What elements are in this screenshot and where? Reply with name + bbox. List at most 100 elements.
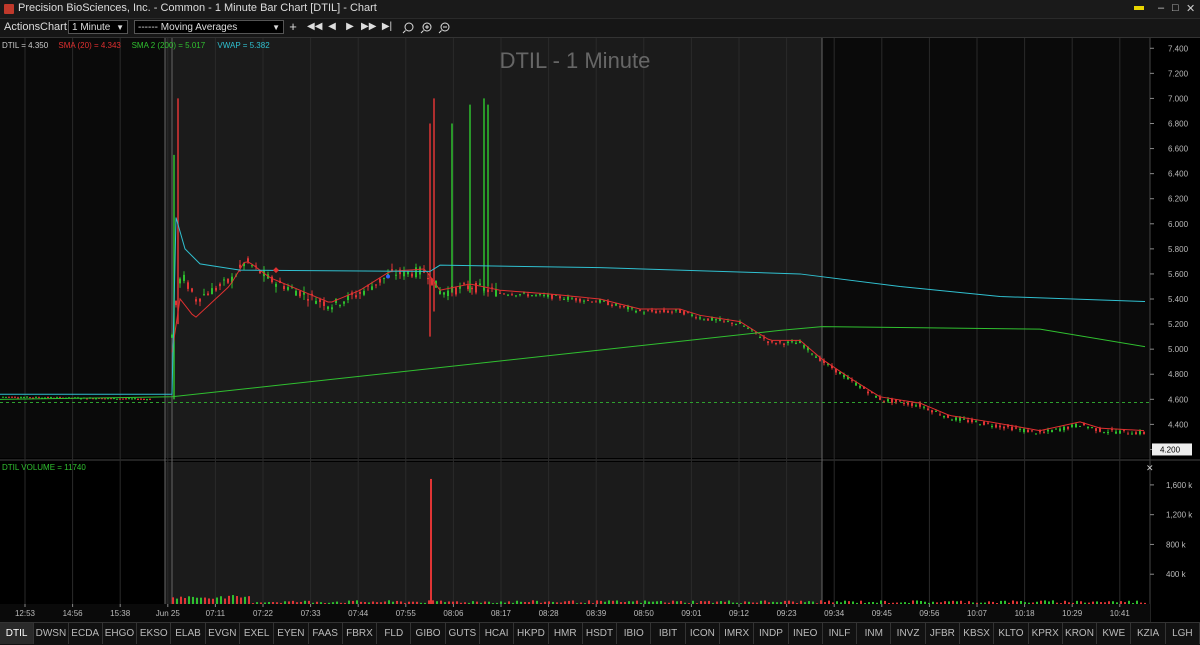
symbol-tab-hsdt[interactable]: HSDT [583,623,618,644]
x-tick-label: 10:29 [1062,609,1083,618]
x-tick-label: 08:06 [443,609,464,618]
symbol-tab-guts[interactable]: GUTS [446,623,480,644]
symbol-tab-gibo[interactable]: GIBO [411,623,446,644]
y-tick-label: 6.000 [1168,220,1189,229]
close-icon[interactable]: ✕ [1186,2,1195,15]
volume-bar [176,598,178,604]
price-bar [343,301,345,304]
price-bar [639,309,641,311]
symbol-tab-elab[interactable]: ELAB [171,623,206,644]
price-chart[interactable]: DTIL - 1 Minute DTIL = 4.350 SMA (20) = 4.… [0,38,1200,622]
volume-bar [256,602,258,604]
symbol-tab-klto[interactable]: KLTO [994,623,1029,644]
add-study-button[interactable]: + [286,19,300,34]
price-bar [883,400,885,402]
price-bar [1011,426,1013,431]
price-bar [759,337,761,339]
symbol-tab-ibio[interactable]: IBIO [617,623,652,644]
symbol-tab-dwsn[interactable]: DWSN [34,623,69,644]
price-bar [811,353,813,355]
symbol-tab-ehgo[interactable]: EHGO [103,623,138,644]
symbol-tab-inm[interactable]: INM [857,623,892,644]
symbol-tab-eyen[interactable]: EYEN [274,623,309,644]
minimize-icon[interactable]: – [1158,2,1164,14]
price-bar [86,398,88,400]
scroll-left-button[interactable]: ◀ [325,21,339,32]
chart-menu[interactable]: Chart [40,21,67,33]
symbol-tab-ecda[interactable]: ECDA [69,623,103,644]
symbol-tab-jfbr[interactable]: JFBR [926,623,960,644]
volume-bar [480,602,482,604]
volume-bar [288,601,290,604]
symbol-tab-kzia[interactable]: KZIA [1131,623,1166,644]
price-bar [1079,425,1081,427]
volume-bar [456,601,458,604]
symbol-tab-faas[interactable]: FAAS [309,623,343,644]
symbol-tab-hmr[interactable]: HMR [549,623,583,644]
volume-bar [448,601,450,604]
volume-bar [656,601,658,604]
symbol-tab-dtil[interactable]: DTIL [0,623,35,644]
volume-bar [820,600,822,604]
price-bar [215,287,217,291]
last-bar-button[interactable]: ▶| [380,21,394,32]
symbol-tab-invz[interactable]: INVZ [891,623,926,644]
volume-bar [308,600,310,604]
maximize-icon[interactable]: □ [1172,2,1179,14]
chart-area[interactable]: DTIL - 1 Minute DTIL = 4.350 SMA (20) = 4.… [0,38,1200,622]
volume-bar [444,602,446,604]
price-bar [475,283,477,293]
interval-select[interactable]: 1 Minute ▼ [68,20,128,34]
symbol-tab-kbsx[interactable]: KBSX [960,623,995,644]
price-bar [1107,432,1109,434]
volume-bar [320,602,322,604]
symbol-tab-evgn[interactable]: EVGN [206,623,240,644]
zoom-out-icon[interactable] [438,22,450,34]
volume-bar [204,597,206,604]
highlight-icon[interactable] [1134,6,1144,10]
symbol-tab-fbrx[interactable]: FBRX [343,623,378,644]
symbol-tab-hcai[interactable]: HCAI [480,623,515,644]
symbol-tab-lgh[interactable]: LGH [1166,623,1200,644]
symbol-tab-ibit[interactable]: IBIT [651,623,686,644]
volume-bar [716,601,718,604]
symbol-tab-icon[interactable]: ICON [686,623,720,644]
price-bar [635,310,637,313]
symbol-tab-exel[interactable]: EXEL [240,623,275,644]
volume-bar [720,601,722,604]
price-bar [128,398,130,400]
first-bar-button[interactable]: ◀◀ [307,21,322,32]
symbol-tab-kprx[interactable]: KPRX [1029,623,1063,644]
symbol-tab-indp[interactable]: INDP [754,623,789,644]
volume-bar [420,602,422,604]
volume-bar [608,600,610,604]
price-bar [1035,433,1037,435]
volume-bar [852,601,854,604]
symbol-tab-kwe[interactable]: KWE [1097,623,1132,644]
scroll-right-button[interactable]: ▶ [343,21,357,32]
symbol-tab-hkpd[interactable]: HKPD [514,623,549,644]
studies-select[interactable]: ------ Moving Averages ▼ [134,20,284,34]
zoom-in-icon[interactable] [420,22,432,34]
volume-close-icon[interactable]: ✕ [1146,463,1154,473]
symbol-tab-kron[interactable]: KRON [1063,623,1098,644]
volume-bar [268,602,270,604]
magnifier-icon[interactable] [402,22,414,34]
symbol-tab-imrx[interactable]: IMRX [720,623,755,644]
volume-bar [424,602,426,604]
symbol-tab-ekso[interactable]: EKSO [137,623,172,644]
price-bar [119,398,121,400]
price-bar [923,406,925,408]
fast-forward-button[interactable]: ▶▶ [361,21,376,32]
price-bar [967,420,969,422]
price-bar [983,421,985,425]
price-bar [919,403,921,407]
price-bar [427,277,429,280]
symbol-tab-inlf[interactable]: INLF [823,623,858,644]
price-bar [803,345,805,348]
x-tick-label: 07:44 [348,609,369,618]
symbol-tab-fld[interactable]: FLD [377,623,412,644]
symbol-tab-ineo[interactable]: INEO [789,623,823,644]
price-bar [179,278,181,284]
actions-menu[interactable]: Actions [4,21,40,33]
